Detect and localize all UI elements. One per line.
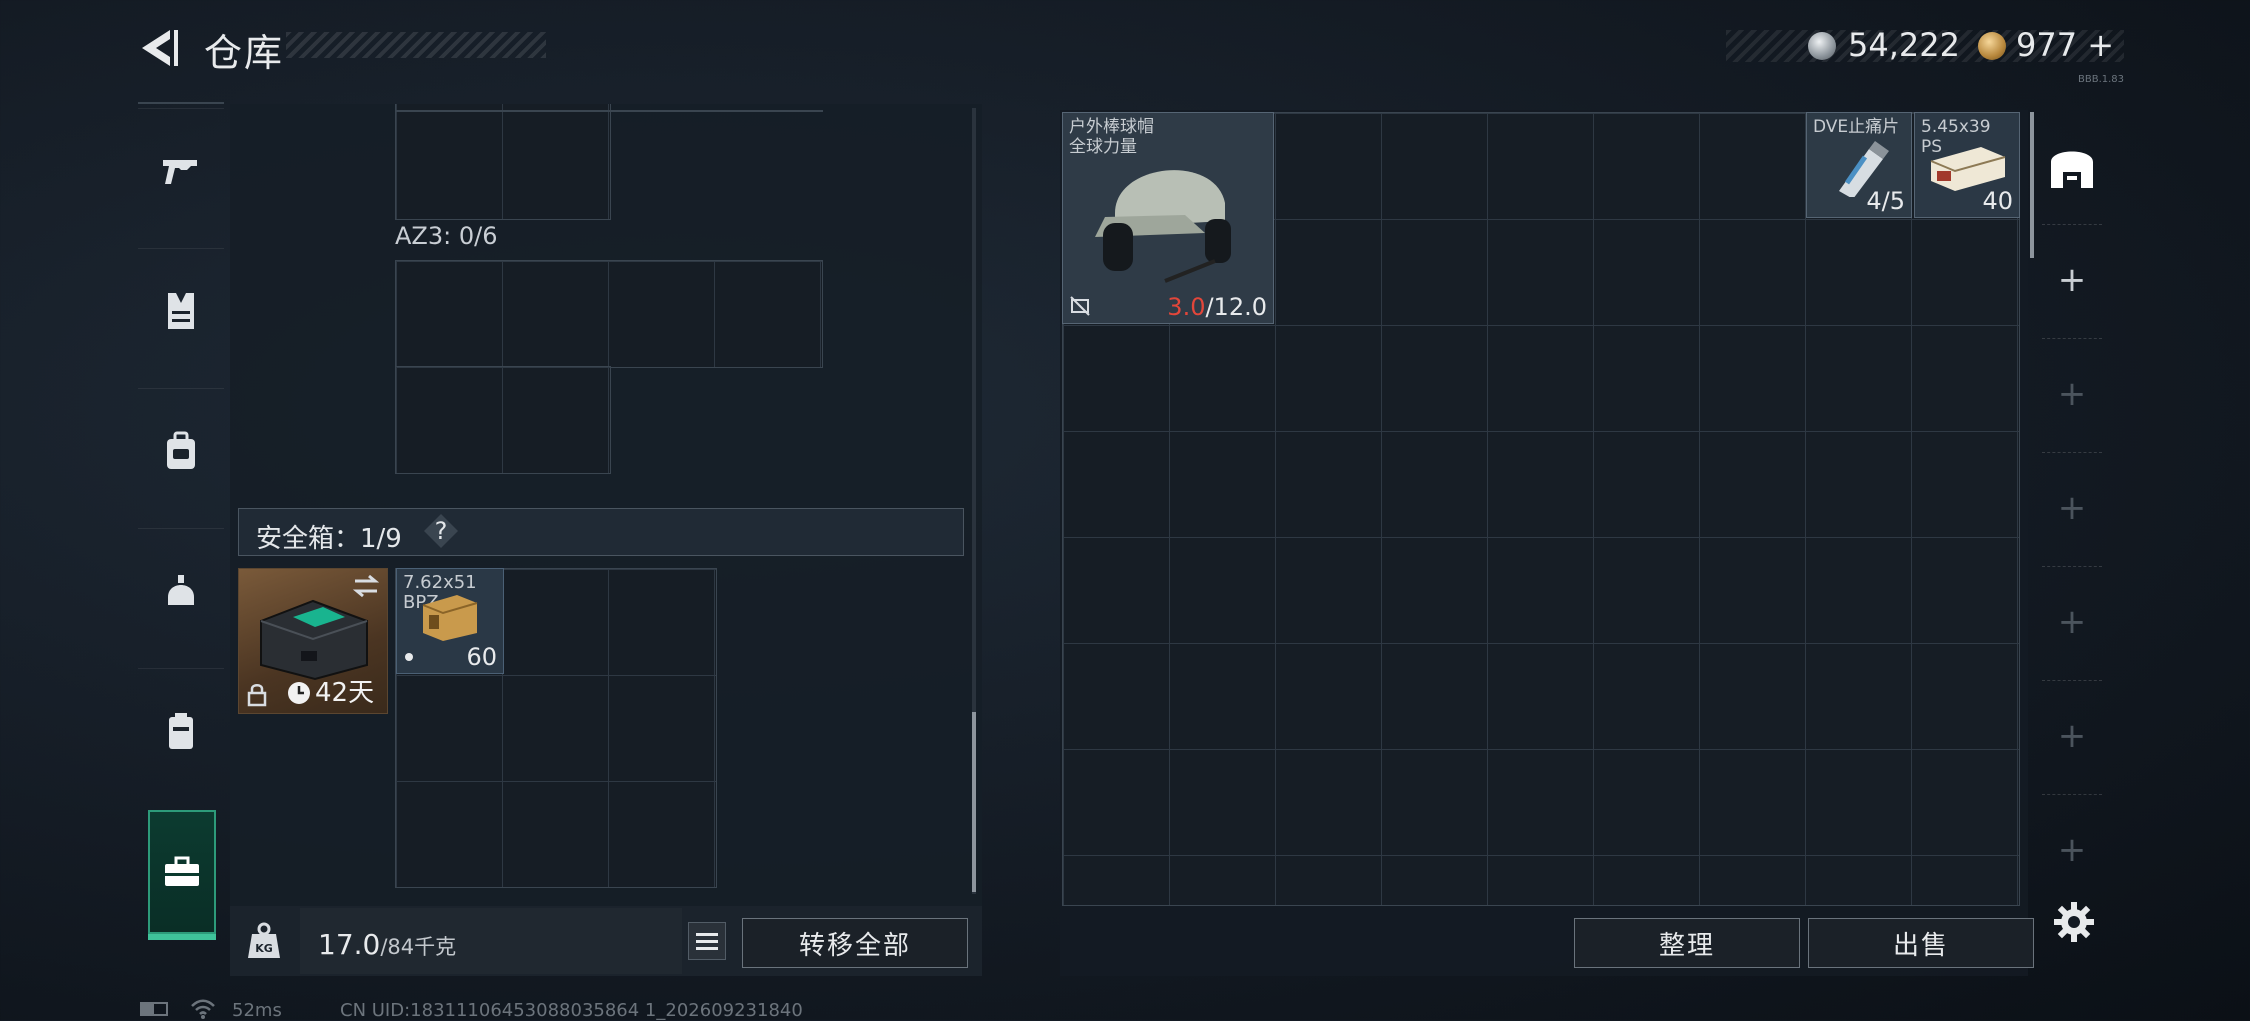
tab-divider bbox=[2042, 566, 2102, 568]
item-name: DVE止痛片 bbox=[1813, 117, 1900, 137]
tab-divider bbox=[2042, 338, 2102, 340]
title-decoration bbox=[286, 32, 546, 58]
pistol-icon bbox=[163, 160, 197, 184]
durability-max: /12.0 bbox=[1205, 293, 1267, 321]
sidebar-item-helmet[interactable] bbox=[138, 528, 224, 653]
no-repair-icon bbox=[1070, 296, 1090, 316]
list-view-button[interactable] bbox=[688, 922, 726, 960]
toolbox-icon bbox=[165, 856, 199, 886]
backpack-icon bbox=[167, 431, 195, 469]
grid-divider bbox=[395, 110, 823, 112]
ammo-box-icon bbox=[422, 595, 478, 641]
locked-tab-plus[interactable]: + bbox=[2042, 820, 2102, 880]
add-gold-button[interactable]: + bbox=[2087, 26, 2114, 64]
tab-divider bbox=[2042, 794, 2102, 796]
transfer-all-button[interactable]: 转移全部 bbox=[742, 918, 968, 968]
back-arrow-icon[interactable] bbox=[138, 26, 182, 70]
ammo-item-762[interactable]: 7.62x51 BPZ 60 bbox=[396, 568, 504, 674]
durability-current: 3.0 bbox=[1167, 293, 1206, 321]
sidebar-item-armor[interactable] bbox=[138, 248, 224, 373]
dve-painkiller-item[interactable]: DVE止痛片 4/5 bbox=[1806, 112, 1912, 218]
safe-box-label: 安全箱：1/9 bbox=[256, 524, 402, 554]
add-warehouse-tab-button[interactable]: + bbox=[2042, 250, 2102, 310]
sidebar-item-rig[interactable] bbox=[138, 668, 224, 793]
vest-icon bbox=[168, 293, 194, 329]
ammo-dot-icon bbox=[405, 653, 413, 661]
scrollbar-thumb[interactable] bbox=[972, 712, 976, 892]
wifi-icon bbox=[191, 999, 215, 1019]
active-indicator bbox=[148, 934, 216, 940]
tab-divider bbox=[2042, 452, 2102, 454]
silver-coin-icon bbox=[1808, 32, 1836, 60]
ping-label: 52ms bbox=[232, 1000, 282, 1021]
silver-amount: 54,222 bbox=[1848, 26, 1960, 64]
durability: 3.0/12.0 bbox=[1167, 293, 1267, 321]
item-count: 4/5 bbox=[1866, 187, 1905, 215]
locked-tab-plus[interactable]: + bbox=[2042, 592, 2102, 652]
swap-icon[interactable] bbox=[351, 573, 381, 599]
tab-divider bbox=[2042, 680, 2102, 682]
item-count: 60 bbox=[466, 643, 497, 671]
weight-kg-icon: KG bbox=[248, 922, 280, 958]
warehouse-tab-main[interactable] bbox=[2042, 118, 2102, 216]
safe-box-icon bbox=[260, 599, 368, 681]
safe-box-days: 42天 bbox=[315, 678, 375, 708]
max-weight: /84千克 bbox=[380, 935, 457, 959]
item-count: 40 bbox=[1982, 187, 2013, 215]
version-tag: BBB.1.83 bbox=[2078, 74, 2125, 85]
warehouse-scrollbar[interactable] bbox=[2030, 112, 2034, 258]
baseball-cap-item[interactable]: 户外棒球帽 全球力量 3.0/12.0 bbox=[1062, 112, 1274, 324]
locked-tab-plus[interactable]: + bbox=[2042, 478, 2102, 538]
gold-coin-icon bbox=[1978, 32, 2006, 60]
locked-tab-plus[interactable]: + bbox=[2042, 706, 2102, 766]
az3-label: AZ3: 0/6 bbox=[395, 222, 498, 250]
gold-amount[interactable]: 977 + bbox=[2016, 26, 2114, 64]
ammo-item-545[interactable]: 5.45x39 PS 40 bbox=[1914, 112, 2020, 218]
kg-label: KG bbox=[255, 942, 273, 955]
weight-value: 17.0/84千克 bbox=[318, 928, 456, 961]
sell-button[interactable]: 出售 bbox=[1808, 918, 2034, 968]
az3-grid-bottom[interactable] bbox=[395, 366, 611, 474]
page-title: 仓库 bbox=[204, 31, 285, 75]
cap-headset-icon bbox=[1095, 170, 1231, 283]
sidebar-item-weapon[interactable] bbox=[138, 108, 224, 233]
rig-icon bbox=[169, 713, 193, 749]
locked-tab-plus[interactable]: + bbox=[2042, 364, 2102, 424]
list-icon-line bbox=[696, 946, 718, 950]
gold-amount-value: 977 bbox=[2016, 26, 2078, 64]
list-icon bbox=[696, 932, 718, 936]
ammo-box-icon bbox=[1930, 147, 2006, 191]
sidebar-item-backpack[interactable] bbox=[138, 388, 224, 513]
list-icon-line bbox=[696, 939, 718, 943]
warehouse-icon bbox=[2051, 151, 2093, 188]
equipment-sidebar bbox=[138, 102, 224, 952]
helmet-icon bbox=[168, 575, 194, 605]
lock-icon bbox=[247, 684, 267, 707]
battery-icon bbox=[140, 1002, 168, 1016]
settings-gear-icon[interactable] bbox=[2052, 900, 2096, 944]
tab-divider bbox=[2042, 224, 2102, 226]
clock-icon bbox=[288, 682, 310, 704]
upper-container-grid[interactable] bbox=[395, 104, 611, 220]
uid-label: CN UID:18311106453088035864 1_2026092318… bbox=[340, 1000, 803, 1021]
safe-box-item[interactable]: 42天 bbox=[238, 568, 388, 714]
sort-button[interactable]: 整理 bbox=[1574, 918, 1800, 968]
az3-grid-top[interactable] bbox=[395, 260, 823, 368]
current-weight: 17.0 bbox=[318, 928, 381, 961]
sidebar-item-safe-box[interactable] bbox=[148, 810, 216, 934]
